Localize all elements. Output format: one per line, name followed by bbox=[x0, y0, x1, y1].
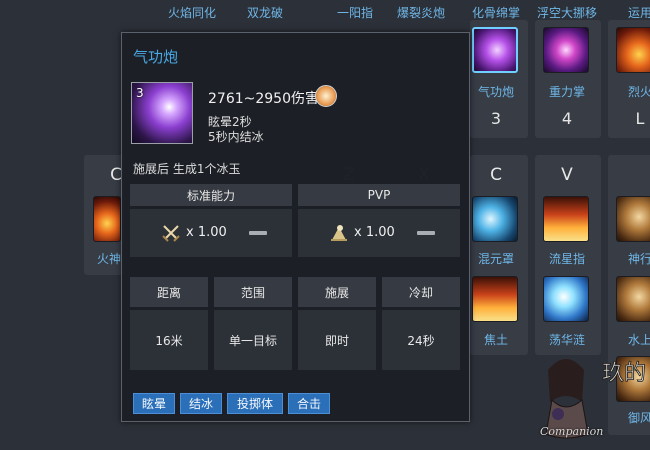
skill-description: 施展后 生成1个冰玉 bbox=[133, 162, 241, 176]
skill-name: 流星指 bbox=[548, 252, 586, 266]
pvp-multiplier: x 1.00 bbox=[354, 225, 395, 240]
skill-level-number: 3 bbox=[136, 86, 144, 100]
cast-value: 即时 bbox=[298, 310, 376, 370]
skill-name: 神行 bbox=[627, 252, 650, 266]
scorched-earth-skill-icon[interactable] bbox=[472, 276, 518, 322]
dash-icon bbox=[417, 231, 435, 235]
skill-hotkey-number: 3 bbox=[490, 109, 502, 128]
meteor-finger-skill-icon[interactable] bbox=[543, 196, 589, 242]
pvp-flag-icon bbox=[331, 225, 347, 241]
area-value: 单一目标 bbox=[214, 310, 292, 370]
hotkey-label: V bbox=[561, 165, 573, 185]
skill-label-top: 一阳指 bbox=[336, 6, 374, 20]
calligraphy-text: 玖的 bbox=[602, 361, 646, 386]
range-header: 距离 bbox=[130, 277, 208, 307]
skill-label-top: 爆裂炎炮 bbox=[396, 6, 446, 20]
water-skill-icon[interactable] bbox=[616, 276, 650, 322]
fist-icon bbox=[315, 85, 337, 107]
skill-label-top: 化骨绵掌 bbox=[471, 6, 521, 20]
swift-travel-skill-icon[interactable] bbox=[616, 196, 650, 242]
skill-title: 气功炮 bbox=[133, 48, 179, 66]
stun-tag: 眩晕 bbox=[133, 393, 175, 414]
freeze-tag: 结冰 bbox=[180, 393, 222, 414]
skill-label-top: 火焰同化 bbox=[167, 6, 217, 20]
area-header: 范围 bbox=[214, 277, 292, 307]
hunyuan-shield-skill-icon[interactable] bbox=[472, 196, 518, 242]
skill-label-top: 浮空大挪移 bbox=[536, 6, 598, 20]
range-value: 16米 bbox=[130, 310, 208, 370]
fire-god-skill-icon[interactable] bbox=[93, 196, 121, 242]
skill-label-top: 双龙破 bbox=[246, 6, 284, 20]
fire-skill-icon[interactable] bbox=[616, 27, 650, 73]
crossed-swords-icon bbox=[162, 225, 180, 242]
skill-hotkey-number: 4 bbox=[561, 109, 573, 128]
standard-ability-header: 标准能力 bbox=[130, 184, 292, 206]
effect-line: 5秒内结冰 bbox=[208, 130, 264, 144]
qigong-cannon-skill-icon[interactable] bbox=[472, 27, 518, 73]
skill-name: 混元罩 bbox=[477, 252, 515, 266]
hotkey-label: C bbox=[490, 165, 502, 185]
combo-tag: 合击 bbox=[288, 393, 330, 414]
gravity-palm-skill-icon[interactable] bbox=[543, 27, 589, 73]
pvp-header: PVP bbox=[298, 184, 460, 206]
skill-label-top: 运用 bbox=[627, 6, 650, 20]
skill-tooltip: 气功炮 3 2761~2950伤害 眩晕2秒 5秒内结冰 施展后 生成1个冰玉 … bbox=[121, 32, 470, 422]
standard-multiplier: x 1.00 bbox=[186, 225, 227, 240]
skill-name: 火神 bbox=[96, 252, 122, 266]
skill-name: 气功炮 bbox=[477, 85, 515, 99]
ripple-skill-icon[interactable] bbox=[543, 276, 589, 322]
skill-name: 烈火 bbox=[627, 85, 650, 99]
cast-header: 施展 bbox=[298, 277, 376, 307]
projectile-tag: 投掷体 bbox=[227, 393, 283, 414]
skill-hotkey-number: L bbox=[635, 109, 645, 128]
watermark-text: Companion bbox=[540, 425, 604, 438]
qigong-cannon-icon: 3 bbox=[131, 82, 193, 144]
dash-icon bbox=[249, 231, 267, 235]
skill-name: 重力掌 bbox=[548, 85, 586, 99]
cooldown-header: 冷却 bbox=[382, 277, 460, 307]
skill-name: 焦土 bbox=[483, 333, 509, 347]
damage-range: 2761~2950伤害 bbox=[208, 91, 319, 107]
cooldown-value: 24秒 bbox=[382, 310, 460, 370]
